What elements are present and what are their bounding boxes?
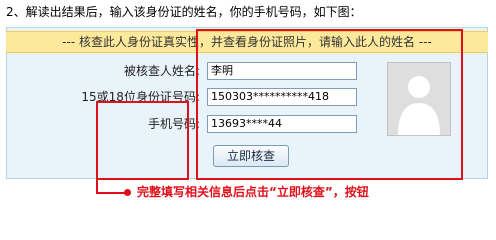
instruction-text: 2、解读出结果后，输入该身份证的姓名，你的手机号码，如下图： (6, 5, 362, 19)
annotation-note: 完整填写相关信息后点击“立即核查”，按钮 (137, 185, 369, 199)
highlight-box-form (196, 29, 463, 180)
annotation-connector-vertical (96, 179, 98, 193)
name-label: 被核查人姓名: (123, 64, 200, 78)
highlight-box-labels (96, 101, 189, 180)
annotation-bullet (124, 189, 131, 196)
annotation-connector-horizontal (96, 192, 126, 194)
